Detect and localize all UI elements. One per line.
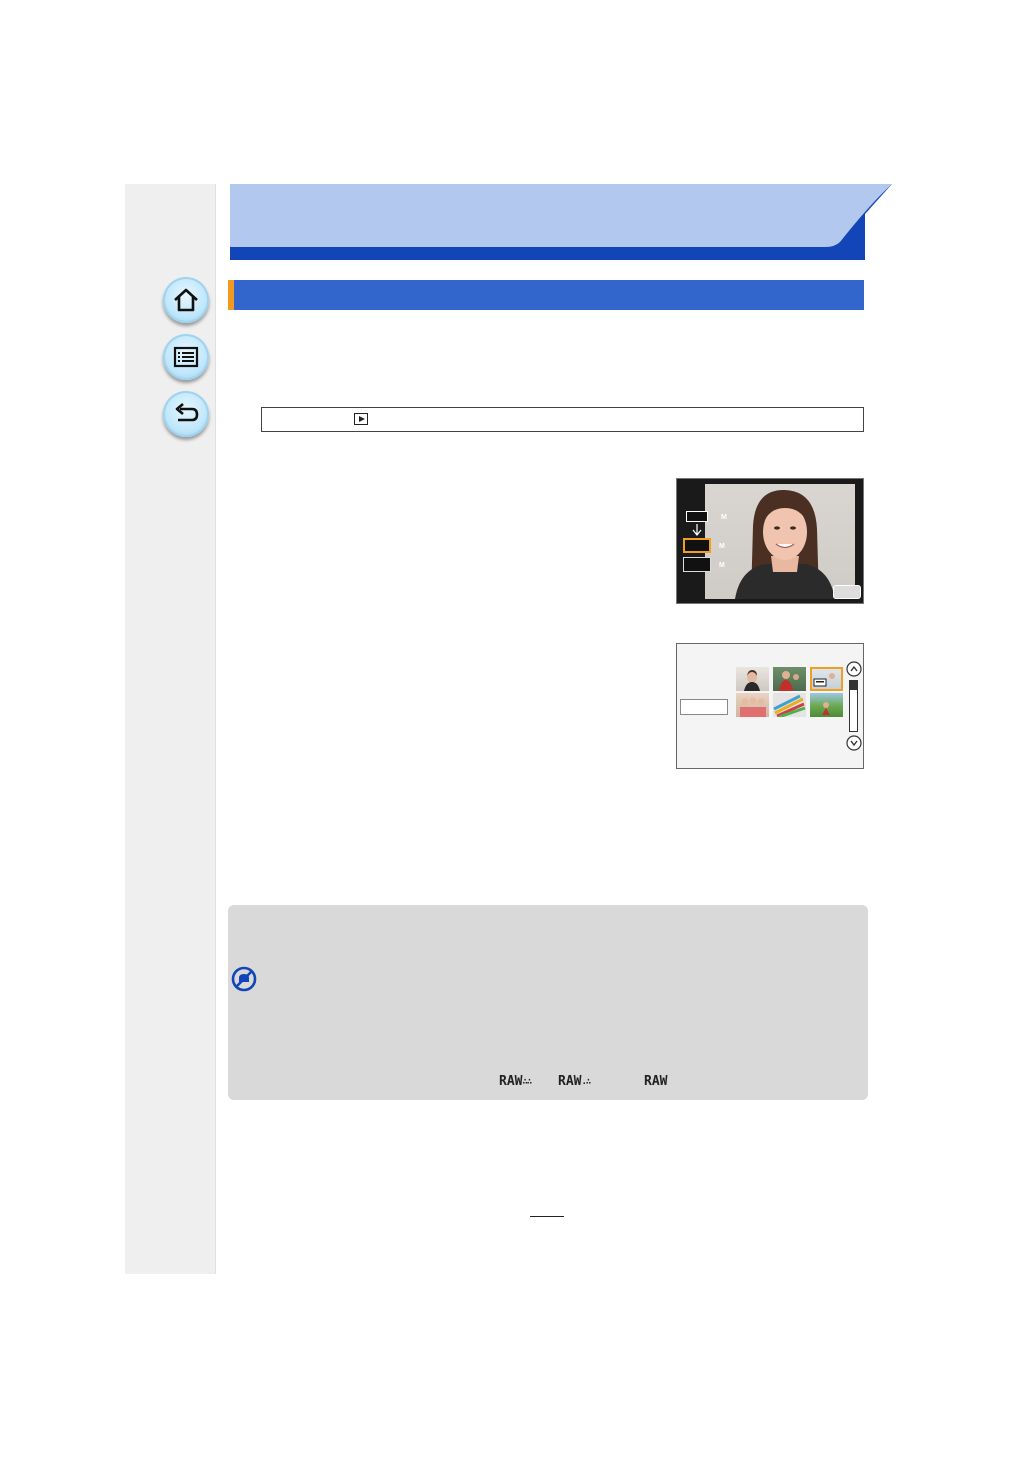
arrow-down-icon: [692, 524, 702, 536]
thumbnail-outdoor: [822, 702, 830, 715]
thumbnail-1[interactable]: [736, 667, 769, 691]
raw-label: RAW: [644, 1074, 668, 1089]
note-box: [228, 905, 868, 1100]
camera-screen-multi-select: [676, 643, 864, 769]
set-button-graphic[interactable]: [833, 585, 861, 599]
home-button[interactable]: [163, 277, 209, 323]
scroll-up-icon[interactable]: [846, 661, 862, 677]
scrollbar-thumb[interactable]: [850, 681, 857, 690]
back-button[interactable]: [163, 391, 209, 437]
thumbnail-group: [740, 697, 766, 717]
thumbnail-4[interactable]: [736, 693, 769, 717]
page-number: [530, 1198, 564, 1217]
thumbnail-people: [779, 671, 799, 691]
thumbnail-2[interactable]: [773, 667, 806, 691]
not-available-icon: [231, 966, 257, 992]
raw-fine-label: RAW∴∴: [499, 1074, 532, 1089]
size-letter: M: [719, 562, 725, 569]
back-arrow-icon: [175, 403, 199, 422]
size-letter: M: [719, 543, 725, 550]
thumbnail-portrait: [744, 670, 760, 691]
size-option-alt[interactable]: [683, 557, 711, 572]
playback-icon: [354, 413, 368, 425]
size-option-selected[interactable]: [683, 538, 711, 553]
size-option-original: [686, 511, 708, 522]
menu-path-box: [261, 407, 864, 432]
thumbnail-5[interactable]: [773, 693, 806, 719]
thumbnail-pencils: [773, 694, 806, 719]
home-icon: [174, 288, 198, 312]
section-title-bar: [228, 280, 864, 310]
thumbnail-kids: [813, 673, 835, 687]
list-icon: [173, 346, 199, 368]
contents-button[interactable]: [163, 334, 209, 380]
scroll-down-icon[interactable]: [846, 735, 862, 751]
thumbnail-3-selected[interactable]: [810, 667, 843, 691]
thumbnail-6[interactable]: [810, 693, 843, 717]
raw-standard-label: RAW.∴: [558, 1074, 591, 1089]
scrollbar-track[interactable]: [849, 680, 858, 732]
portrait-photo: [705, 484, 855, 599]
chapter-header-band: [230, 184, 892, 260]
execute-button-graphic[interactable]: [680, 699, 728, 715]
portrait-illustration: [735, 489, 835, 599]
size-letter: M: [721, 514, 727, 521]
camera-screen-resize: M M M: [676, 478, 864, 604]
